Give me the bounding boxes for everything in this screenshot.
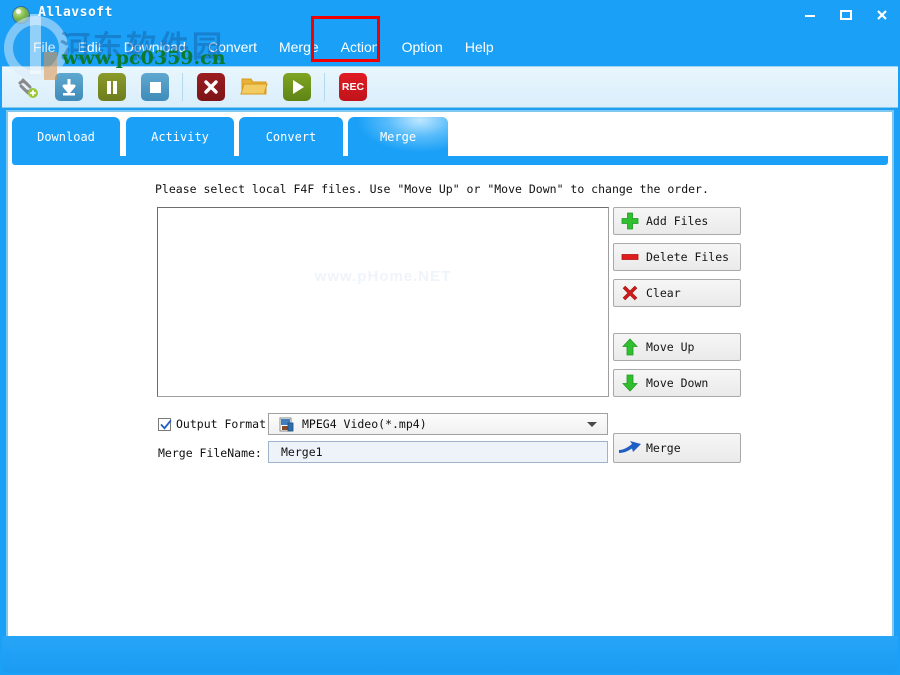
pause-icon xyxy=(98,73,126,101)
arrow-up-icon xyxy=(614,334,646,360)
button-label: Merge xyxy=(646,441,681,455)
minus-icon xyxy=(614,244,646,270)
merge-filename-label: Merge FileName: xyxy=(158,446,262,460)
link-add-icon xyxy=(11,73,41,101)
merge-arrow-icon xyxy=(614,435,646,461)
window-title: Allavsoft xyxy=(38,5,113,20)
merge-filename-input[interactable]: Merge1 xyxy=(268,441,608,463)
button-label: Move Up xyxy=(646,340,694,354)
menu-item-edit[interactable]: Edit xyxy=(67,36,113,58)
tab-download[interactable]: Download xyxy=(12,117,120,157)
main-toolbar: REC xyxy=(2,66,898,108)
download-button[interactable] xyxy=(50,70,88,104)
folder-icon xyxy=(239,74,269,100)
merge-hint-text: Please select local F4F files. Use "Move… xyxy=(155,182,709,196)
output-format-label: Output Format: xyxy=(176,417,273,431)
close-button[interactable] xyxy=(864,0,900,30)
output-format-select[interactable]: MPEG4 Video(*.mp4) xyxy=(268,413,608,435)
plus-icon xyxy=(614,208,646,234)
menu-bar: File Edit Download Convert Merge Action … xyxy=(0,30,900,63)
x-cross-icon xyxy=(197,73,225,101)
pause-button[interactable] xyxy=(93,70,131,104)
status-bar xyxy=(2,636,898,673)
application-window: Allavsoft File Edit Download Convert Mer… xyxy=(0,0,900,675)
tab-merge[interactable]: Merge xyxy=(348,117,448,157)
menu-item-download[interactable]: Download xyxy=(113,36,197,58)
button-label: Delete Files xyxy=(646,250,729,264)
move-down-button[interactable]: Move Down xyxy=(613,369,741,397)
file-list-box[interactable]: www.pHome.NET xyxy=(157,207,609,397)
rec-icon: REC xyxy=(342,81,364,93)
output-format-checkbox[interactable] xyxy=(158,418,171,431)
open-folder-button[interactable] xyxy=(235,70,273,104)
tab-label: Download xyxy=(37,130,95,144)
menu-item-help[interactable]: Help xyxy=(454,36,505,58)
tab-convert[interactable]: Convert xyxy=(239,117,343,157)
arrow-down-icon xyxy=(614,370,646,396)
tab-label: Convert xyxy=(266,130,317,144)
play-button[interactable] xyxy=(278,70,316,104)
merge-button[interactable]: Merge xyxy=(613,433,741,463)
toolbar-separator-1 xyxy=(182,73,183,101)
tab-label: Merge xyxy=(380,130,416,144)
menu-item-file[interactable]: File xyxy=(22,36,67,58)
checkmark-icon xyxy=(160,419,172,431)
toolbar-separator-2 xyxy=(324,73,325,101)
add-url-button[interactable] xyxy=(7,70,45,104)
move-up-button[interactable]: Move Up xyxy=(613,333,741,361)
minimize-button[interactable] xyxy=(792,0,828,30)
title-bar: Allavsoft xyxy=(0,0,900,30)
button-label: Clear xyxy=(646,286,681,300)
menu-item-convert[interactable]: Convert xyxy=(197,36,268,58)
maximize-button[interactable] xyxy=(828,0,864,30)
tab-base-bar xyxy=(12,156,888,165)
menu-item-option[interactable]: Option xyxy=(391,36,454,58)
video-file-icon xyxy=(278,417,294,431)
add-files-button[interactable]: Add Files xyxy=(613,207,741,235)
list-watermark-text: www.pHome.NET xyxy=(315,268,452,285)
window-controls xyxy=(792,0,900,30)
button-label: Move Down xyxy=(646,376,708,390)
output-format-value: MPEG4 Video(*.mp4) xyxy=(302,417,427,431)
tab-strip: Download Activity Convert Merge xyxy=(8,112,892,165)
tab-label: Activity xyxy=(151,130,209,144)
stop-button[interactable] xyxy=(136,70,174,104)
stop-icon xyxy=(141,73,169,101)
menu-item-merge[interactable]: Merge xyxy=(268,36,330,58)
cancel-button[interactable] xyxy=(192,70,230,104)
x-cross-icon xyxy=(614,280,646,306)
app-globe-icon xyxy=(12,6,30,24)
tab-activity[interactable]: Activity xyxy=(126,117,234,157)
chevron-down-icon[interactable] xyxy=(587,422,597,427)
download-arrow-icon xyxy=(55,73,83,101)
delete-files-button[interactable]: Delete Files xyxy=(613,243,741,271)
clear-button[interactable]: Clear xyxy=(613,279,741,307)
menu-item-action[interactable]: Action xyxy=(330,36,391,58)
play-icon xyxy=(283,73,311,101)
button-label: Add Files xyxy=(646,214,708,228)
record-button[interactable]: REC xyxy=(334,70,372,104)
